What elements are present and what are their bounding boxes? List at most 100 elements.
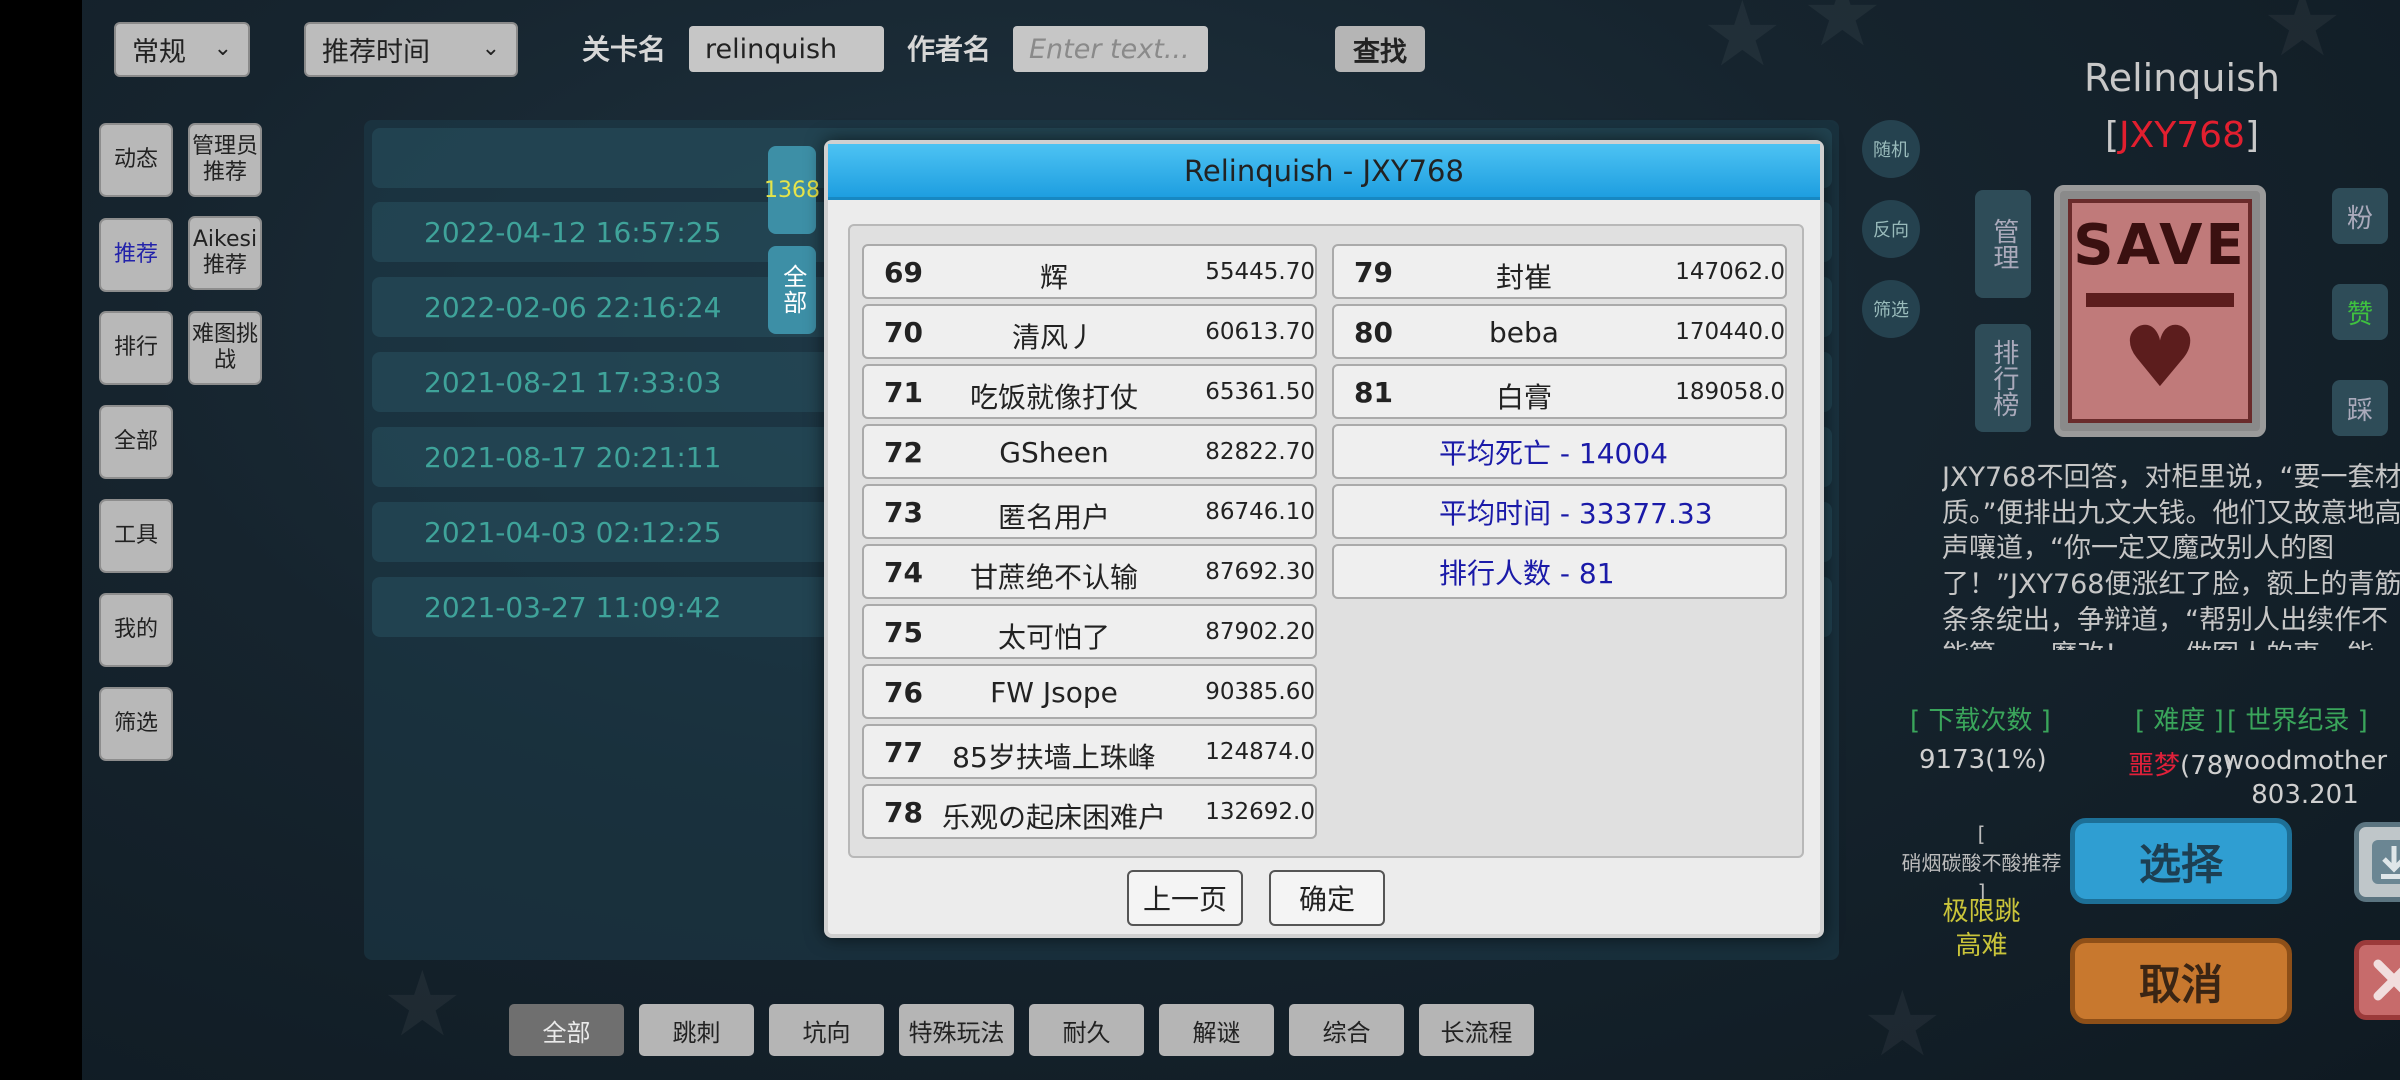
mode-dropdown[interactable]: 常规 ⌄ [114, 22, 250, 77]
reverse-button[interactable]: 反向 [1862, 200, 1920, 258]
sidebar-item-hard-challenge[interactable]: 难图挑战 [188, 311, 262, 385]
show-all-tab[interactable]: 全部 [768, 246, 816, 334]
rank-number: 74 [884, 556, 923, 589]
filter-round-button[interactable]: 筛选 [1862, 280, 1920, 338]
confirm-button[interactable]: 确定 [1269, 870, 1385, 926]
ranking-row: 72 GSheen 82822.70 [862, 424, 1317, 479]
sidebar-item-filter[interactable]: 筛选 [99, 687, 173, 761]
category-mixed[interactable]: 综合 [1289, 1004, 1404, 1056]
sidebar-item-all[interactable]: 全部 [99, 405, 173, 479]
manage-button-label: 管理 [1988, 218, 2019, 270]
player-name: 封崔 [1495, 261, 1552, 294]
close-button[interactable] [2354, 940, 2400, 1020]
category-puzzle[interactable]: 解谜 [1159, 1004, 1274, 1056]
player-name: 太可怕了 [997, 621, 1110, 654]
player-name: GSheen [999, 436, 1109, 469]
search-button[interactable]: 查找 [1335, 26, 1425, 72]
star-decoration: ★ [1702, 0, 1783, 87]
player-score: 189058.0 [1675, 379, 1785, 405]
player-name: 85岁扶墙上珠峰 [952, 741, 1156, 774]
rank-number: 73 [884, 496, 923, 529]
download-button[interactable] [2354, 822, 2400, 902]
difficulty-value: 噩梦(78) [2128, 745, 2233, 782]
game-screen: ★ ★ ★ ★ ★ 常规 ⌄ 推荐时间 ⌄ 关卡名 relinquish 作者名… [82, 0, 2400, 1080]
level-description: JXY768不回答，对柜里说，“要一套材质。”便排出九文大钱。他们又故意地高声嚷… [1942, 462, 2400, 650]
level-name-label: 关卡名 [582, 33, 667, 66]
recommend-bracket-open: [ [1977, 822, 1986, 846]
level-name-input[interactable]: relinquish [689, 26, 884, 72]
ranking-row: 71 吃饭就像打仗 65361.50 [862, 364, 1317, 419]
author-input[interactable]: Enter text... [1013, 26, 1208, 72]
ranking-row: 79 封崔 147062.0 [1332, 244, 1787, 299]
manage-button[interactable]: 管理 [1975, 190, 2031, 298]
player-score: 86746.10 [1205, 499, 1315, 525]
recommender: [ 硝烟碳酸不酸推荐 ] [1894, 820, 2069, 907]
thumbnail-save-text: SAVE [2073, 213, 2247, 278]
author-name[interactable]: JXY768 [2119, 115, 2245, 156]
rank-number: 79 [1354, 256, 1393, 289]
player-score: 82822.70 [1205, 439, 1315, 465]
player-name: 吃饭就像打仗 [969, 381, 1138, 414]
random-button[interactable]: 随机 [1862, 120, 1920, 178]
player-score: 90385.60 [1205, 679, 1315, 705]
thumbnail-save-block: SAVE ♥ [2068, 199, 2252, 423]
thumbnail-bar [2086, 293, 2234, 307]
select-button[interactable]: 选择 [2070, 818, 2292, 904]
ranking-row: 76 FW Jsope 90385.60 [862, 664, 1317, 719]
sort-dropdown[interactable]: 推荐时间 ⌄ [304, 22, 518, 77]
player-name: 匿名用户 [997, 501, 1110, 534]
star-decoration: ★ [382, 952, 463, 1057]
sidebar-item-aikesi-recommend[interactable]: Aikesi推荐 [188, 216, 262, 290]
category-all[interactable]: 全部 [509, 1004, 624, 1056]
sidebar-item-recommend[interactable]: 推荐 [99, 218, 173, 292]
player-name: FW Jsope [990, 676, 1118, 709]
close-icon [2373, 959, 2400, 1001]
level-author: [JXY768] [2032, 115, 2332, 156]
record-holder: woodmother [2222, 746, 2388, 776]
category-long[interactable]: 长流程 [1419, 1004, 1534, 1056]
ranking-row: 70 清风丿 60613.70 [862, 304, 1317, 359]
category-endurance[interactable]: 耐久 [1029, 1004, 1144, 1056]
rank-number: 69 [884, 256, 923, 289]
chevron-down-icon: ⌄ [213, 36, 232, 61]
leaderboard-button-label: 排行榜 [1988, 339, 2019, 417]
category-spike-jump[interactable]: 跳刺 [639, 1004, 754, 1056]
level-title: Relinquish [2084, 56, 2280, 100]
star-decoration: ★ [1802, 0, 1883, 67]
sidebar-item-dynamic[interactable]: 动态 [99, 123, 173, 197]
ranking-row: 69 辉 55445.70 [862, 244, 1317, 299]
leaderboard-button[interactable]: 排行榜 [1975, 324, 2031, 432]
player-score: 65361.50 [1205, 379, 1315, 405]
player-score: 87692.30 [1205, 559, 1315, 585]
rank-number: 80 [1354, 316, 1393, 349]
rank-number: 70 [884, 316, 923, 349]
rank-number: 77 [884, 736, 923, 769]
dislike-icon[interactable]: 踩 [2332, 380, 2388, 436]
sidebar-item-admin-recommend[interactable]: 管理员推荐 [188, 123, 262, 197]
level-count-tag: 1368 [764, 146, 820, 234]
average-time: 平均时间 - 33377.33 [1332, 484, 1787, 539]
category-trap[interactable]: 坑向 [769, 1004, 884, 1056]
ranking-row: 80 beba 170440.0 [1332, 304, 1787, 359]
rank-number: 76 [884, 676, 923, 709]
category-special[interactable]: 特殊玩法 [899, 1004, 1014, 1056]
difficulty-header: [ 难度 ] [2135, 706, 2224, 736]
downloads-header: [ 下载次数 ] [1910, 706, 2051, 736]
sidebar-item-mine[interactable]: 我的 [99, 593, 173, 667]
like-icon[interactable]: 赞 [2332, 284, 2388, 340]
difficulty-name: 噩梦 [2128, 751, 2181, 781]
chevron-down-icon: ⌄ [481, 36, 500, 61]
ranking-table: 69 辉 55445.70 70 清风丿 60613.70 71 吃饭就像打仗 … [848, 224, 1804, 858]
record-time: 803.201 [2251, 779, 2359, 810]
sidebar-item-tools[interactable]: 工具 [99, 499, 173, 573]
record-header: [ 世界纪录 ] [2227, 706, 2368, 736]
player-score: 60613.70 [1205, 319, 1315, 345]
rank-number: 78 [884, 796, 923, 829]
sidebar-item-ranking[interactable]: 排行 [99, 311, 173, 385]
author-bracket-close: ] [2244, 115, 2260, 156]
previous-page-button[interactable]: 上一页 [1127, 870, 1243, 926]
rank-number: 81 [1354, 376, 1393, 409]
level-thumbnail: SAVE ♥ [2054, 185, 2266, 437]
cancel-button[interactable]: 取消 [2070, 938, 2292, 1024]
fans-icon[interactable]: 粉 [2332, 188, 2388, 244]
